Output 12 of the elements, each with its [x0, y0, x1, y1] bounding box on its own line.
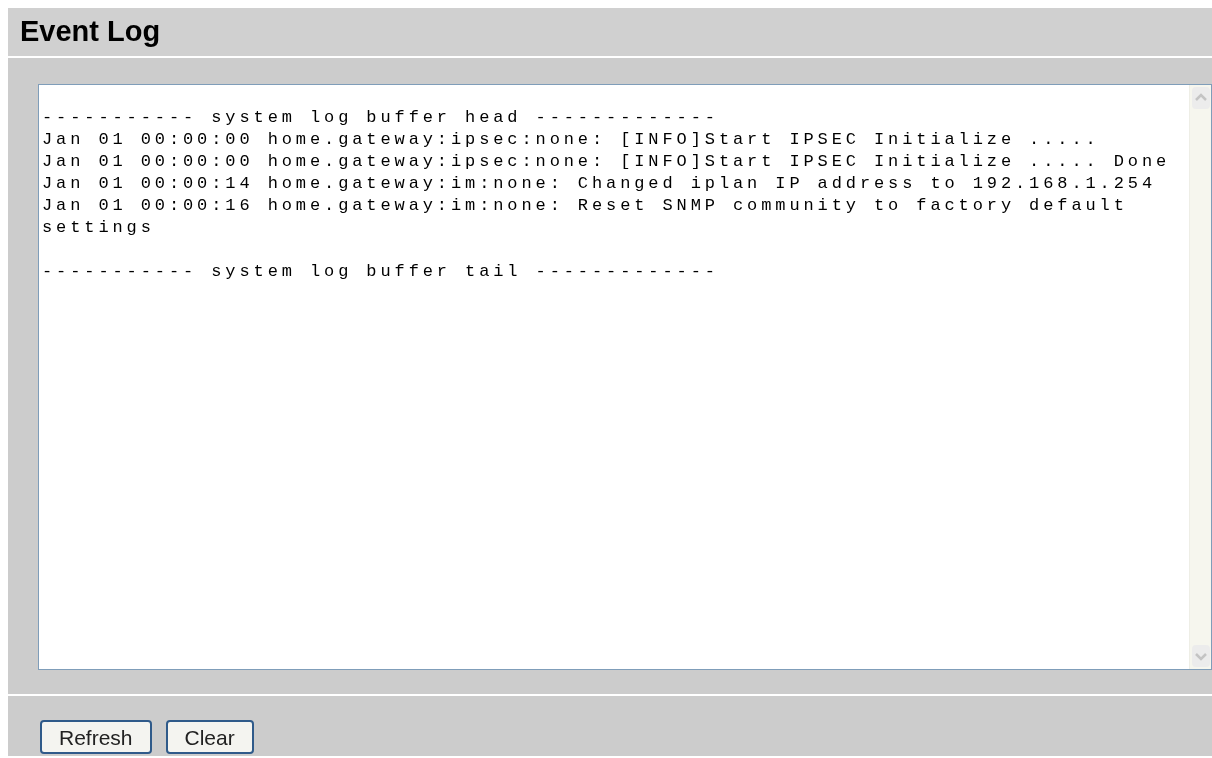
log-line: Jan 01 00:00:14 home.gateway:im:none: Changed iplan IP address to 192.168.1.254 [42, 173, 1158, 195]
action-button[interactable]: Clear [165, 720, 254, 754]
scrollbar[interactable] [1189, 85, 1211, 669]
log-line: ----------- system log buffer head ------------- [42, 107, 720, 129]
log-line: Jan 01 00:00:00 home.gateway:ipsec:none: [INFO]Start IPSEC Initialize ..... Done [42, 151, 1172, 173]
log-line: Jan 01 00:00:16 home.gateway:im:none: Reset SNMP community to factory default settings [42, 195, 1129, 239]
scroll-down-icon[interactable] [1191, 645, 1210, 667]
action-button[interactable]: Refresh [40, 720, 152, 754]
log-line: ----------- system log buffer tail ------------- [42, 261, 720, 283]
page-title: Event Log [20, 14, 161, 50]
log-line: Jan 01 00:00:00 home.gateway:ipsec:none: [INFO]Start IPSEC Initialize ..... [42, 129, 1101, 151]
scroll-up-icon[interactable] [1191, 87, 1210, 109]
